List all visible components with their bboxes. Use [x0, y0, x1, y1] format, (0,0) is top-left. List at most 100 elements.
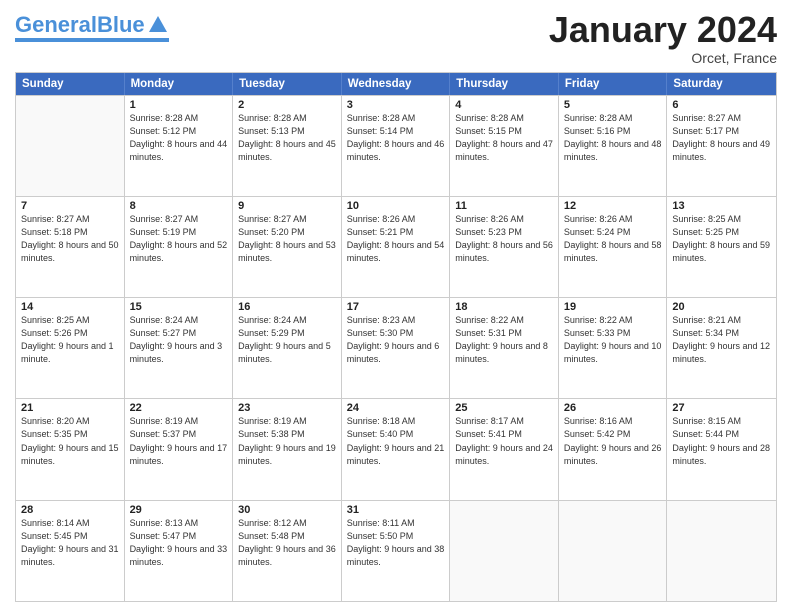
cell-text: Sunrise: 8:27 AM Sunset: 5:18 PM Dayligh… — [21, 213, 119, 265]
day-number: 23 — [238, 402, 336, 414]
calendar-cell — [450, 501, 559, 601]
cell-text: Sunrise: 8:17 AM Sunset: 5:41 PM Dayligh… — [455, 415, 553, 467]
cell-text: Sunrise: 8:28 AM Sunset: 5:15 PM Dayligh… — [455, 112, 553, 164]
calendar-header-cell: Friday — [559, 73, 668, 95]
calendar-cell: 24Sunrise: 8:18 AM Sunset: 5:40 PM Dayli… — [342, 399, 451, 499]
calendar-cell: 30Sunrise: 8:12 AM Sunset: 5:48 PM Dayli… — [233, 501, 342, 601]
page: GeneralBlue January 2024 Orcet, France S… — [0, 0, 792, 612]
cell-text: Sunrise: 8:28 AM Sunset: 5:12 PM Dayligh… — [130, 112, 228, 164]
calendar-cell: 13Sunrise: 8:25 AM Sunset: 5:25 PM Dayli… — [667, 197, 776, 297]
day-number: 26 — [564, 402, 662, 414]
day-number: 2 — [238, 99, 336, 111]
calendar-cell: 16Sunrise: 8:24 AM Sunset: 5:29 PM Dayli… — [233, 298, 342, 398]
calendar-cell: 22Sunrise: 8:19 AM Sunset: 5:37 PM Dayli… — [125, 399, 234, 499]
calendar-cell: 18Sunrise: 8:22 AM Sunset: 5:31 PM Dayli… — [450, 298, 559, 398]
calendar-cell: 25Sunrise: 8:17 AM Sunset: 5:41 PM Dayli… — [450, 399, 559, 499]
title-month: January 2024 — [549, 10, 777, 50]
title-block: January 2024 Orcet, France — [549, 10, 777, 66]
day-number: 11 — [455, 200, 553, 212]
day-number: 10 — [347, 200, 445, 212]
cell-text: Sunrise: 8:24 AM Sunset: 5:29 PM Dayligh… — [238, 314, 336, 366]
cell-text: Sunrise: 8:26 AM Sunset: 5:21 PM Dayligh… — [347, 213, 445, 265]
calendar-cell: 2Sunrise: 8:28 AM Sunset: 5:13 PM Daylig… — [233, 96, 342, 196]
day-number: 8 — [130, 200, 228, 212]
cell-text: Sunrise: 8:28 AM Sunset: 5:16 PM Dayligh… — [564, 112, 662, 164]
cell-text: Sunrise: 8:22 AM Sunset: 5:33 PM Dayligh… — [564, 314, 662, 366]
cell-text: Sunrise: 8:21 AM Sunset: 5:34 PM Dayligh… — [672, 314, 771, 366]
calendar-cell: 28Sunrise: 8:14 AM Sunset: 5:45 PM Dayli… — [16, 501, 125, 601]
day-number: 7 — [21, 200, 119, 212]
day-number: 4 — [455, 99, 553, 111]
calendar-header-row: SundayMondayTuesdayWednesdayThursdayFrid… — [16, 73, 776, 95]
cell-text: Sunrise: 8:26 AM Sunset: 5:23 PM Dayligh… — [455, 213, 553, 265]
calendar-cell: 11Sunrise: 8:26 AM Sunset: 5:23 PM Dayli… — [450, 197, 559, 297]
cell-text: Sunrise: 8:25 AM Sunset: 5:26 PM Dayligh… — [21, 314, 119, 366]
calendar-week: 14Sunrise: 8:25 AM Sunset: 5:26 PM Dayli… — [16, 297, 776, 398]
cell-text: Sunrise: 8:20 AM Sunset: 5:35 PM Dayligh… — [21, 415, 119, 467]
calendar-cell: 31Sunrise: 8:11 AM Sunset: 5:50 PM Dayli… — [342, 501, 451, 601]
cell-text: Sunrise: 8:28 AM Sunset: 5:13 PM Dayligh… — [238, 112, 336, 164]
day-number: 25 — [455, 402, 553, 414]
calendar-cell: 1Sunrise: 8:28 AM Sunset: 5:12 PM Daylig… — [125, 96, 234, 196]
day-number: 20 — [672, 301, 771, 313]
day-number: 31 — [347, 504, 445, 516]
calendar-week: 7Sunrise: 8:27 AM Sunset: 5:18 PM Daylig… — [16, 196, 776, 297]
calendar-cell: 20Sunrise: 8:21 AM Sunset: 5:34 PM Dayli… — [667, 298, 776, 398]
calendar-cell: 23Sunrise: 8:19 AM Sunset: 5:38 PM Dayli… — [233, 399, 342, 499]
calendar-cell: 27Sunrise: 8:15 AM Sunset: 5:44 PM Dayli… — [667, 399, 776, 499]
cell-text: Sunrise: 8:14 AM Sunset: 5:45 PM Dayligh… — [21, 517, 119, 569]
calendar-cell: 14Sunrise: 8:25 AM Sunset: 5:26 PM Dayli… — [16, 298, 125, 398]
cell-text: Sunrise: 8:13 AM Sunset: 5:47 PM Dayligh… — [130, 517, 228, 569]
cell-text: Sunrise: 8:18 AM Sunset: 5:40 PM Dayligh… — [347, 415, 445, 467]
day-number: 19 — [564, 301, 662, 313]
day-number: 15 — [130, 301, 228, 313]
cell-text: Sunrise: 8:26 AM Sunset: 5:24 PM Dayligh… — [564, 213, 662, 265]
cell-text: Sunrise: 8:22 AM Sunset: 5:31 PM Dayligh… — [455, 314, 553, 366]
cell-text: Sunrise: 8:28 AM Sunset: 5:14 PM Dayligh… — [347, 112, 445, 164]
logo-bar — [15, 38, 169, 42]
calendar-week: 21Sunrise: 8:20 AM Sunset: 5:35 PM Dayli… — [16, 398, 776, 499]
calendar-cell: 12Sunrise: 8:26 AM Sunset: 5:24 PM Dayli… — [559, 197, 668, 297]
calendar-cell — [16, 96, 125, 196]
day-number: 28 — [21, 504, 119, 516]
day-number: 3 — [347, 99, 445, 111]
day-number: 13 — [672, 200, 771, 212]
header: GeneralBlue January 2024 Orcet, France — [15, 10, 777, 66]
cell-text: Sunrise: 8:16 AM Sunset: 5:42 PM Dayligh… — [564, 415, 662, 467]
day-number: 14 — [21, 301, 119, 313]
calendar-cell: 6Sunrise: 8:27 AM Sunset: 5:17 PM Daylig… — [667, 96, 776, 196]
day-number: 27 — [672, 402, 771, 414]
calendar-cell: 29Sunrise: 8:13 AM Sunset: 5:47 PM Dayli… — [125, 501, 234, 601]
calendar-cell: 9Sunrise: 8:27 AM Sunset: 5:20 PM Daylig… — [233, 197, 342, 297]
cell-text: Sunrise: 8:15 AM Sunset: 5:44 PM Dayligh… — [672, 415, 771, 467]
cell-text: Sunrise: 8:23 AM Sunset: 5:30 PM Dayligh… — [347, 314, 445, 366]
calendar-cell: 15Sunrise: 8:24 AM Sunset: 5:27 PM Dayli… — [125, 298, 234, 398]
calendar-cell: 21Sunrise: 8:20 AM Sunset: 5:35 PM Dayli… — [16, 399, 125, 499]
day-number: 24 — [347, 402, 445, 414]
calendar-header-cell: Sunday — [16, 73, 125, 95]
calendar-cell: 3Sunrise: 8:28 AM Sunset: 5:14 PM Daylig… — [342, 96, 451, 196]
day-number: 17 — [347, 301, 445, 313]
cell-text: Sunrise: 8:25 AM Sunset: 5:25 PM Dayligh… — [672, 213, 771, 265]
day-number: 21 — [21, 402, 119, 414]
cell-text: Sunrise: 8:27 AM Sunset: 5:19 PM Dayligh… — [130, 213, 228, 265]
calendar: SundayMondayTuesdayWednesdayThursdayFrid… — [15, 72, 777, 602]
calendar-cell: 26Sunrise: 8:16 AM Sunset: 5:42 PM Dayli… — [559, 399, 668, 499]
logo-blue-text: Blue — [97, 12, 145, 37]
day-number: 6 — [672, 99, 771, 111]
day-number: 29 — [130, 504, 228, 516]
calendar-cell: 17Sunrise: 8:23 AM Sunset: 5:30 PM Dayli… — [342, 298, 451, 398]
logo: GeneralBlue — [15, 14, 169, 42]
cell-text: Sunrise: 8:19 AM Sunset: 5:37 PM Dayligh… — [130, 415, 228, 467]
calendar-header-cell: Wednesday — [342, 73, 451, 95]
calendar-cell — [667, 501, 776, 601]
calendar-header-cell: Saturday — [667, 73, 776, 95]
calendar-cell: 19Sunrise: 8:22 AM Sunset: 5:33 PM Dayli… — [559, 298, 668, 398]
day-number: 22 — [130, 402, 228, 414]
cell-text: Sunrise: 8:27 AM Sunset: 5:17 PM Dayligh… — [672, 112, 771, 164]
day-number: 1 — [130, 99, 228, 111]
day-number: 18 — [455, 301, 553, 313]
calendar-weeks: 1Sunrise: 8:28 AM Sunset: 5:12 PM Daylig… — [16, 95, 776, 601]
day-number: 16 — [238, 301, 336, 313]
calendar-week: 28Sunrise: 8:14 AM Sunset: 5:45 PM Dayli… — [16, 500, 776, 601]
